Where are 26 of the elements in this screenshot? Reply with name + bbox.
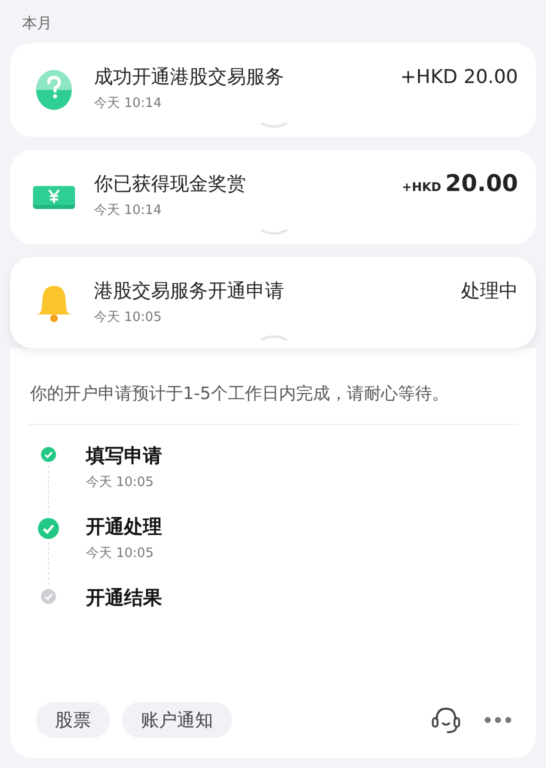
section-title: 本月 bbox=[21, 13, 53, 34]
expand-icon[interactable] bbox=[259, 229, 289, 237]
notification-card[interactable]: 你已获得现金奖赏 今天 10:14 +HKD 20.00 bbox=[10, 150, 536, 244]
notification-card[interactable]: 成功开通港股交易服务 今天 10:14 +HKD 20.00 bbox=[10, 43, 536, 137]
currency-label: +HKD bbox=[402, 180, 442, 194]
step-title: 开通处理 bbox=[86, 515, 162, 540]
step-time: 今天 10:05 bbox=[86, 545, 155, 562]
step-time: 今天 10:05 bbox=[86, 474, 155, 491]
collapse-icon[interactable] bbox=[259, 333, 289, 341]
status-label: 处理中 bbox=[461, 279, 518, 304]
notification-time: 今天 10:05 bbox=[94, 309, 163, 326]
amount: +HKD 20.00 bbox=[400, 65, 518, 90]
notification-title: 港股交易服务开通申请 bbox=[94, 279, 285, 304]
notification-card[interactable]: 港股交易服务开通申请 今天 10:05 处理中 bbox=[10, 257, 536, 348]
tag-chip[interactable]: 股票 bbox=[36, 702, 110, 738]
notification-time: 今天 10:14 bbox=[94, 202, 163, 219]
expand-icon[interactable] bbox=[259, 122, 289, 130]
notification-time: 今天 10:14 bbox=[94, 95, 163, 112]
step-title: 开通结果 bbox=[86, 586, 162, 611]
notification-title: 你已获得现金奖赏 bbox=[94, 172, 247, 197]
tag-chip[interactable]: 账户通知 bbox=[122, 702, 232, 738]
step-title: 填写申请 bbox=[86, 444, 162, 469]
more-icon[interactable] bbox=[484, 716, 512, 724]
notification-title: 成功开通港股交易服务 bbox=[94, 65, 285, 90]
amount: 20.00 bbox=[445, 170, 518, 198]
detail-message: 你的开户申请预计于1-5个工作日内完成，请耐心等待。 bbox=[28, 378, 518, 425]
